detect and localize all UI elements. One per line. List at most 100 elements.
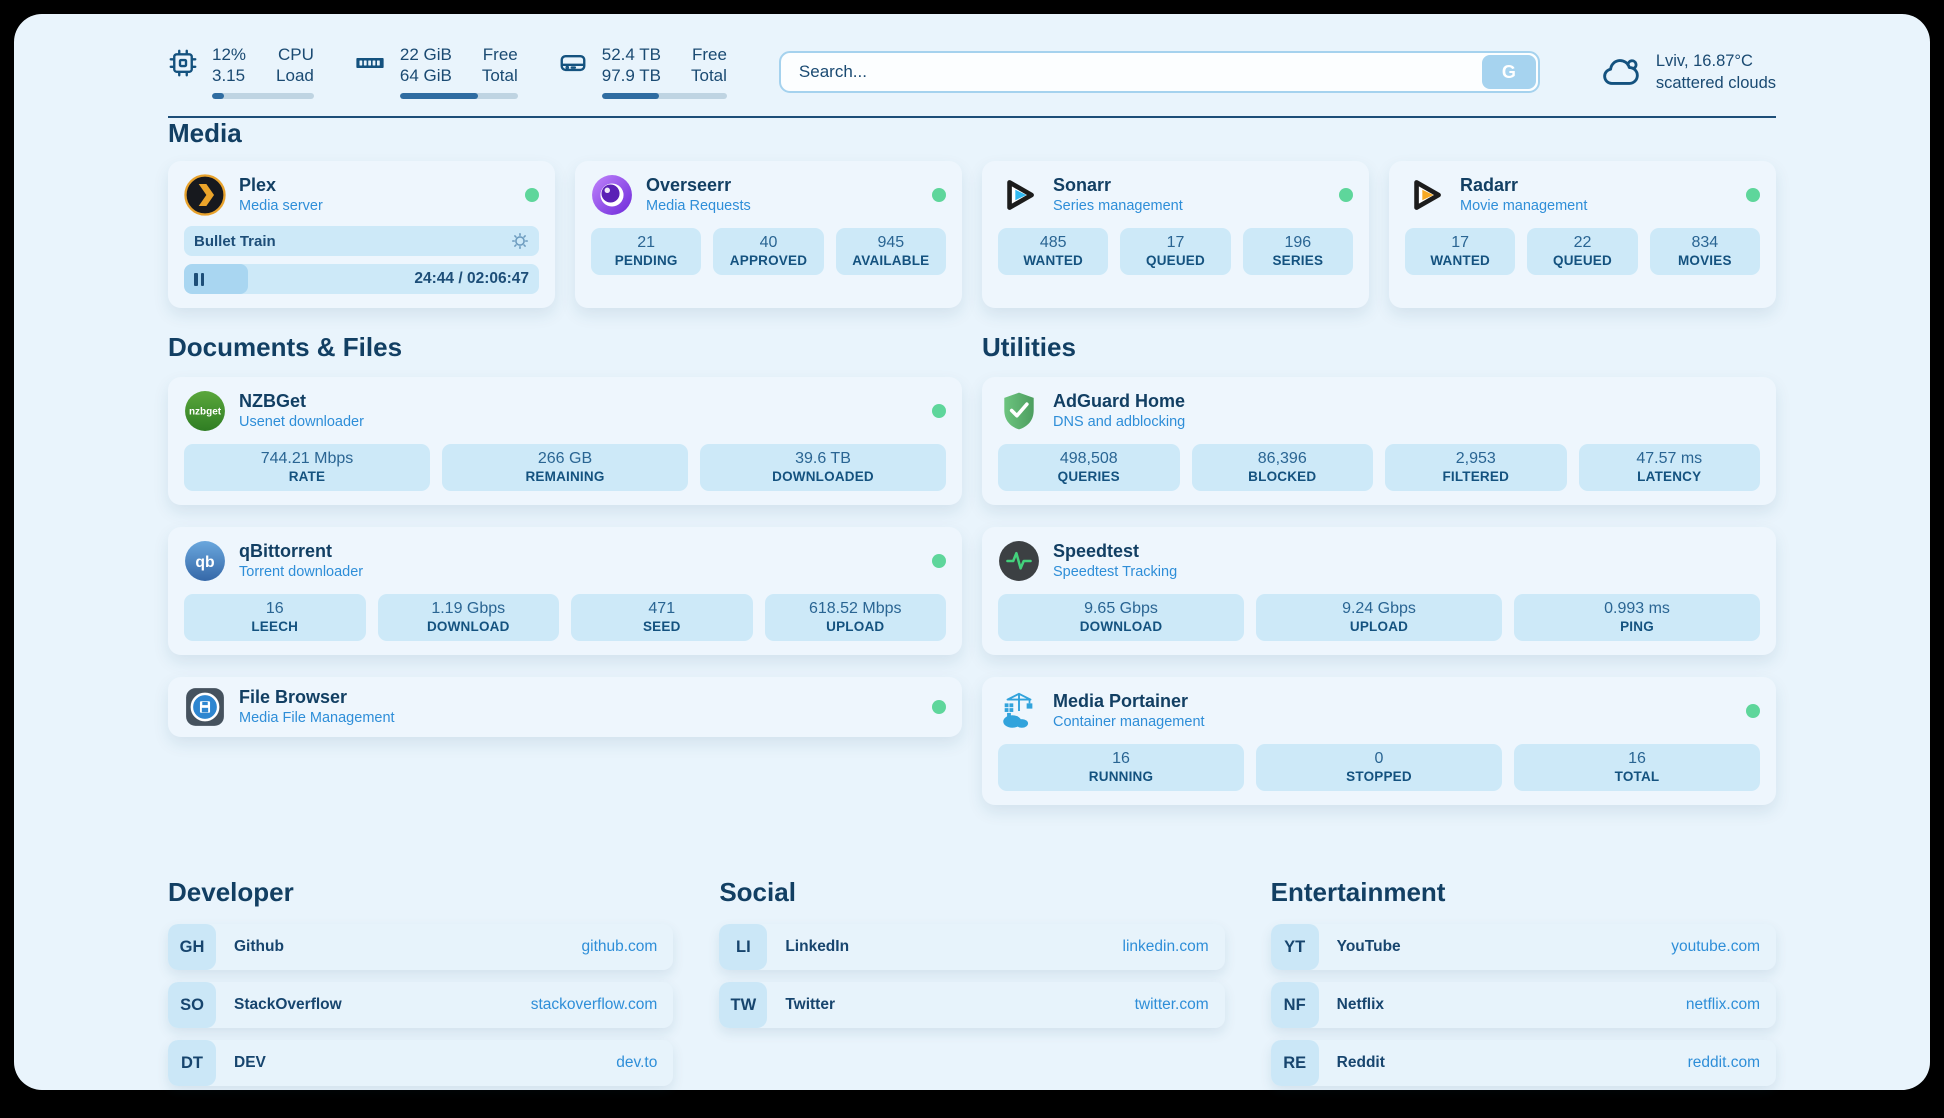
link-label: Twitter: [785, 996, 835, 1014]
dashboard-panel: 12% CPU 3.15 Load 22 GiB Free: [14, 14, 1930, 1090]
link-linkedin[interactable]: LI LinkedIn linkedin.com: [719, 924, 1224, 970]
memory-free-value: 22 GiB: [400, 45, 452, 65]
stat-wanted: 17WANTED: [1405, 228, 1515, 275]
status-dot: [932, 700, 946, 714]
link-twitter[interactable]: TW Twitter twitter.com: [719, 982, 1224, 1028]
card-plex[interactable]: Plex Media server Bullet Train 24:44 / 0…: [168, 161, 555, 308]
disk-total-label: Total: [691, 66, 727, 86]
cpu-load-value: 3.15: [212, 66, 246, 86]
card-speedtest[interactable]: Speedtest Speedtest Tracking 9.65 GbpsDO…: [982, 527, 1776, 655]
link-reddit[interactable]: RE Reddit reddit.com: [1271, 1040, 1776, 1086]
app-subtitle: Series management: [1053, 197, 1183, 216]
cloud-icon: [1596, 52, 1642, 92]
link-badge: NF: [1271, 982, 1319, 1028]
app-subtitle: Usenet downloader: [239, 413, 364, 432]
utilities-column: Utilities AdGuard Home DNS and: [982, 332, 1776, 827]
status-dot: [1746, 188, 1760, 202]
plex-icon: [184, 174, 226, 216]
card-qbittorrent[interactable]: qb qBittorrent Torrent downloader 16LEEC…: [168, 527, 962, 655]
link-badge: TW: [719, 982, 767, 1028]
stat-rate: 744.21 MbpsRATE: [184, 444, 430, 491]
filebrowser-icon: [184, 686, 226, 728]
link-label: StackOverflow: [234, 996, 342, 1014]
disk-icon: [558, 48, 588, 78]
stat-pending: 21PENDING: [591, 228, 701, 275]
card-radarr[interactable]: Radarr Movie management 17WANTED 22QUEUE…: [1389, 161, 1776, 308]
cpu-usage-value: 12%: [212, 45, 246, 65]
stat-movies: 834MOVIES: [1650, 228, 1760, 275]
card-portainer[interactable]: Media Portainer Container management 16R…: [982, 677, 1776, 805]
pause-icon: [194, 273, 204, 286]
disk-free-value: 52.4 TB: [602, 45, 661, 65]
weather-condition: scattered clouds: [1656, 72, 1776, 94]
app-subtitle: Speedtest Tracking: [1053, 563, 1177, 582]
card-sonarr[interactable]: Sonarr Series management 485WANTED 17QUE…: [982, 161, 1369, 308]
link-netflix[interactable]: NF Netflix netflix.com: [1271, 982, 1776, 1028]
stat-ping: 0.993 msPING: [1514, 594, 1760, 641]
stat-queued: 22QUEUED: [1527, 228, 1637, 275]
session-settings-icon[interactable]: [511, 232, 529, 250]
link-label: DEV: [234, 1054, 266, 1072]
app-title: Radarr: [1460, 174, 1587, 197]
link-badge: LI: [719, 924, 767, 970]
stat-series: 196SERIES: [1243, 228, 1353, 275]
playback-progress-bar: 24:44 / 02:06:47: [184, 264, 539, 294]
stat-remaining: 266 GBREMAINING: [442, 444, 688, 491]
app-title: qBittorrent: [239, 540, 363, 563]
link-github[interactable]: GH Github github.com: [168, 924, 673, 970]
link-label: YouTube: [1337, 938, 1401, 956]
app-title: Sonarr: [1053, 174, 1183, 197]
card-nzbget[interactable]: nzbget NZBGet Usenet downloader 744.21 M…: [168, 377, 962, 505]
portainer-icon: [998, 690, 1040, 732]
nzbget-icon: nzbget: [184, 390, 226, 432]
link-label: Reddit: [1337, 1054, 1385, 1072]
app-subtitle: Container management: [1053, 713, 1205, 732]
stat-approved: 40APPROVED: [713, 228, 823, 275]
stat-upload: 9.24 GbpsUPLOAD: [1256, 594, 1502, 641]
cpu-stat: 12% CPU 3.15 Load: [168, 45, 314, 99]
link-stackoverflow[interactable]: SO StackOverflow stackoverflow.com: [168, 982, 673, 1028]
card-adguard[interactable]: AdGuard Home DNS and adblocking 498,508Q…: [982, 377, 1776, 505]
status-dot: [932, 404, 946, 418]
card-overseerr[interactable]: Overseerr Media Requests 21PENDING 40APP…: [575, 161, 962, 308]
link-badge: RE: [1271, 1040, 1319, 1086]
link-dev[interactable]: DT DEV dev.to: [168, 1040, 673, 1086]
disk-progress-bar: [602, 93, 727, 99]
speedtest-icon: [998, 540, 1040, 582]
app-title: File Browser: [239, 686, 395, 709]
card-filebrowser[interactable]: File Browser Media File Management: [168, 677, 962, 737]
app-subtitle: Media File Management: [239, 709, 395, 728]
link-youtube[interactable]: YT YouTube youtube.com: [1271, 924, 1776, 970]
link-badge: SO: [168, 982, 216, 1028]
stat-filtered: 2,953FILTERED: [1385, 444, 1567, 491]
section-title-utilities: Utilities: [982, 332, 1776, 363]
stat-upload: 618.52 MbpsUPLOAD: [765, 594, 947, 641]
stat-wanted: 485WANTED: [998, 228, 1108, 275]
svg-text:qb: qb: [195, 554, 214, 571]
app-title: Speedtest: [1053, 540, 1177, 563]
status-dot: [525, 188, 539, 202]
playback-time: 24:44 / 02:06:47: [414, 270, 529, 288]
memory-total-value: 64 GiB: [400, 66, 452, 86]
search-input[interactable]: [779, 51, 1540, 93]
stat-total: 16TOTAL: [1514, 744, 1760, 791]
link-url: dev.to: [616, 1054, 657, 1072]
memory-stat: 22 GiB Free 64 GiB Total: [354, 45, 518, 99]
link-label: LinkedIn: [785, 938, 849, 956]
qbittorrent-icon: qb: [184, 540, 226, 582]
top-bar: 12% CPU 3.15 Load 22 GiB Free: [168, 40, 1776, 104]
cpu-progress-bar: [212, 93, 314, 99]
section-title-social: Social: [719, 877, 1224, 908]
google-search-button[interactable]: G: [1482, 55, 1536, 89]
memory-progress-bar: [400, 93, 518, 99]
section-title-documents: Documents & Files: [168, 332, 962, 363]
disk-total-value: 97.9 TB: [602, 66, 661, 86]
link-url: netflix.com: [1686, 996, 1760, 1014]
search-bar: G: [779, 51, 1540, 93]
memory-icon: [354, 48, 386, 78]
app-title: Plex: [239, 174, 323, 197]
section-title-entertainment: Entertainment: [1271, 877, 1776, 908]
stat-available: 945AVAILABLE: [836, 228, 946, 275]
link-group-social: Social LI LinkedIn linkedin.com TW Twitt…: [719, 877, 1224, 1098]
stat-downloaded: 39.6 TBDOWNLOADED: [700, 444, 946, 491]
